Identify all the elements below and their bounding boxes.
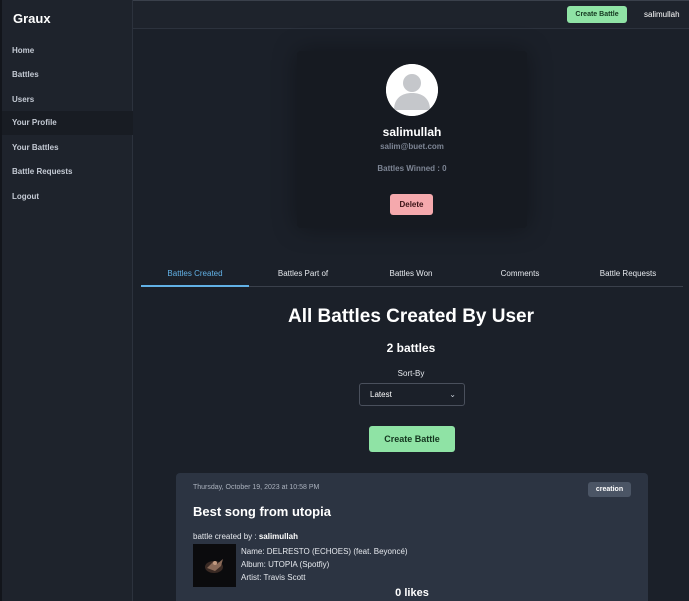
section-title: All Battles Created By User — [287, 306, 535, 327]
likes-count: 0 likes — [395, 587, 429, 599]
battle-title[interactable]: Best song from utopia — [193, 504, 331, 519]
sidebar-item-your-profile[interactable]: Your Profile — [2, 111, 133, 135]
tab-comments[interactable]: Comments — [466, 263, 574, 287]
tab-battles-won[interactable]: Battles Won — [357, 263, 465, 287]
sidebar-item-users[interactable]: Users — [2, 88, 133, 112]
battle-type-badge: creation — [588, 482, 631, 497]
battle-card[interactable]: Thursday, October 19, 2023 at 10:58 PM c… — [176, 473, 648, 601]
battles-won-count: Battles Winned : 0 — [377, 164, 447, 173]
album-cover-image — [193, 544, 236, 587]
sidebar: Graux Home Battles Users Your Profile Yo… — [0, 0, 133, 601]
delete-button[interactable]: Delete — [390, 194, 433, 215]
battle-created-by: battle created by : salimullah — [193, 532, 298, 541]
profile-email: salim@buet.com — [380, 142, 444, 151]
song-name: Name: DELRESTO (ECHOES) (feat. Beyoncé) — [241, 547, 408, 556]
chevron-down-icon: ⌄ — [449, 390, 456, 399]
sort-select[interactable]: Latest ⌄ — [359, 383, 465, 406]
song-album: Album: UTOPIA (Spotfiy) — [241, 560, 330, 569]
battle-date: Thursday, October 19, 2023 at 10:58 PM — [193, 484, 320, 491]
sidebar-item-logout[interactable]: Logout — [2, 185, 133, 209]
profile-tabs: Battles Created Battles Part of Battles … — [141, 263, 683, 287]
user-silhouette-icon — [386, 64, 438, 116]
tab-battles-created[interactable]: Battles Created — [141, 263, 249, 287]
song-artist: Artist: Travis Scott — [241, 573, 306, 582]
created-by-prefix: battle created by : — [193, 532, 259, 541]
topbar-username[interactable]: salimullah — [644, 10, 680, 19]
sort-select-value: Latest — [370, 390, 392, 399]
profile-card: salimullah salim@buet.com Battles Winned… — [297, 51, 527, 228]
created-by-user[interactable]: salimullah — [259, 532, 298, 541]
sidebar-item-home[interactable]: Home — [2, 39, 133, 63]
avatar — [386, 64, 438, 116]
create-battle-button[interactable]: Create Battle — [369, 426, 455, 452]
topbar-create-battle-button[interactable]: Create Battle — [567, 6, 627, 23]
tab-battles-part-of[interactable]: Battles Part of — [249, 263, 357, 287]
sort-label: Sort-By — [397, 369, 425, 378]
tab-battle-requests[interactable]: Battle Requests — [574, 263, 682, 287]
brand-logo[interactable]: Graux — [13, 11, 51, 26]
sidebar-item-battle-requests[interactable]: Battle Requests — [2, 160, 133, 184]
battle-count: 2 battles — [386, 341, 436, 355]
sidebar-item-your-battles[interactable]: Your Battles — [2, 136, 133, 160]
profile-name: salimullah — [382, 125, 442, 139]
top-bar: Create Battle salimullah — [133, 0, 689, 29]
sidebar-item-battles[interactable]: Battles — [2, 63, 133, 87]
